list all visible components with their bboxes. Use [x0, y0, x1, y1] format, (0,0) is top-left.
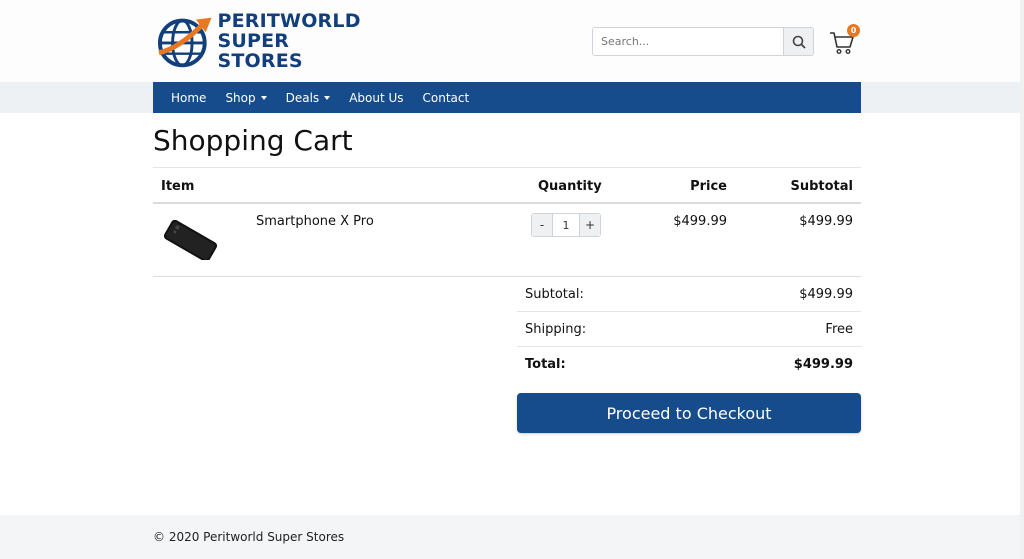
quantity-stepper: - + [531, 213, 601, 237]
nav-item-home[interactable]: Home [171, 91, 206, 105]
nav-item-contact[interactable]: Contact [423, 91, 470, 105]
nav-label: About Us [349, 90, 404, 105]
header [0, 0, 1024, 82]
order-summary: Subtotal: $499.99 Shipping: Free Total: … [517, 277, 861, 382]
page-scrollbar[interactable] [1020, 0, 1024, 559]
header-item: Item [161, 179, 195, 194]
nav-label: Contact [422, 90, 470, 105]
footer-copyright: © 2020 Peritworld Super Stores [153, 530, 345, 544]
search-bar [592, 27, 814, 56]
decrease-quantity-button[interactable]: - [532, 214, 552, 236]
summary-total-row: Total: $499.99 [517, 347, 861, 382]
nav-label: Home [171, 90, 207, 105]
summary-subtotal-row: Subtotal: $499.99 [517, 277, 861, 312]
summary-shipping-row: Shipping: Free [517, 312, 861, 347]
header-price: Price [690, 179, 727, 194]
search-icon [792, 35, 806, 49]
nav-item-deals[interactable]: Deals [286, 91, 331, 105]
cart-button[interactable]: 0 [829, 24, 861, 56]
footer: © 2020 Peritworld Super Stores [0, 515, 1024, 559]
summary-total-value: $499.99 [793, 357, 853, 372]
summary-subtotal-value: $499.99 [799, 287, 853, 302]
header-quantity: Quantity [538, 179, 602, 194]
logo-text: PERITWORLD SUPER STORES [217, 11, 377, 71]
site-logo[interactable]: PERITWORLD SUPER STORES [157, 11, 377, 71]
nav-label: Deals [285, 90, 320, 105]
product-price: $499.99 [673, 214, 727, 229]
cart-table: Item Quantity Price Subtotal Smartphone … [153, 167, 861, 277]
summary-total-label: Total: [525, 357, 566, 372]
summary-subtotal-label: Subtotal: [525, 287, 584, 302]
summary-shipping-value: Free [825, 322, 853, 337]
page-title: Shopping Cart [153, 124, 353, 157]
cart-table-header: Item Quantity Price Subtotal [153, 167, 861, 204]
table-row: Smartphone X Pro - + $499.99 $499.99 [153, 204, 861, 277]
increase-quantity-button[interactable]: + [580, 214, 600, 236]
nav-item-shop[interactable]: Shop [225, 90, 267, 105]
summary-shipping-label: Shipping: [525, 322, 587, 337]
product-name[interactable]: Smartphone X Pro [256, 214, 374, 229]
search-button[interactable] [783, 28, 813, 55]
main-nav: Home Shop Deals About Us Contact [153, 82, 861, 113]
proceed-to-checkout-button[interactable]: Proceed to Checkout [517, 393, 861, 433]
caret-down-icon [260, 95, 267, 100]
logo-line2: SUPER STORES [217, 30, 303, 72]
globe-logo-icon [157, 17, 212, 68]
logo-line1: PERITWORLD [217, 10, 361, 32]
nav-item-about-us[interactable]: About Us [349, 91, 403, 105]
product-image-smartphone[interactable] [161, 220, 221, 260]
search-input[interactable] [593, 28, 784, 55]
nav-label: Shop [225, 90, 256, 105]
quantity-input[interactable] [552, 214, 580, 236]
header-subtotal: Subtotal [790, 179, 853, 194]
cart-count-badge: 0 [847, 24, 860, 37]
row-subtotal: $499.99 [799, 214, 853, 229]
caret-down-icon [324, 95, 331, 100]
